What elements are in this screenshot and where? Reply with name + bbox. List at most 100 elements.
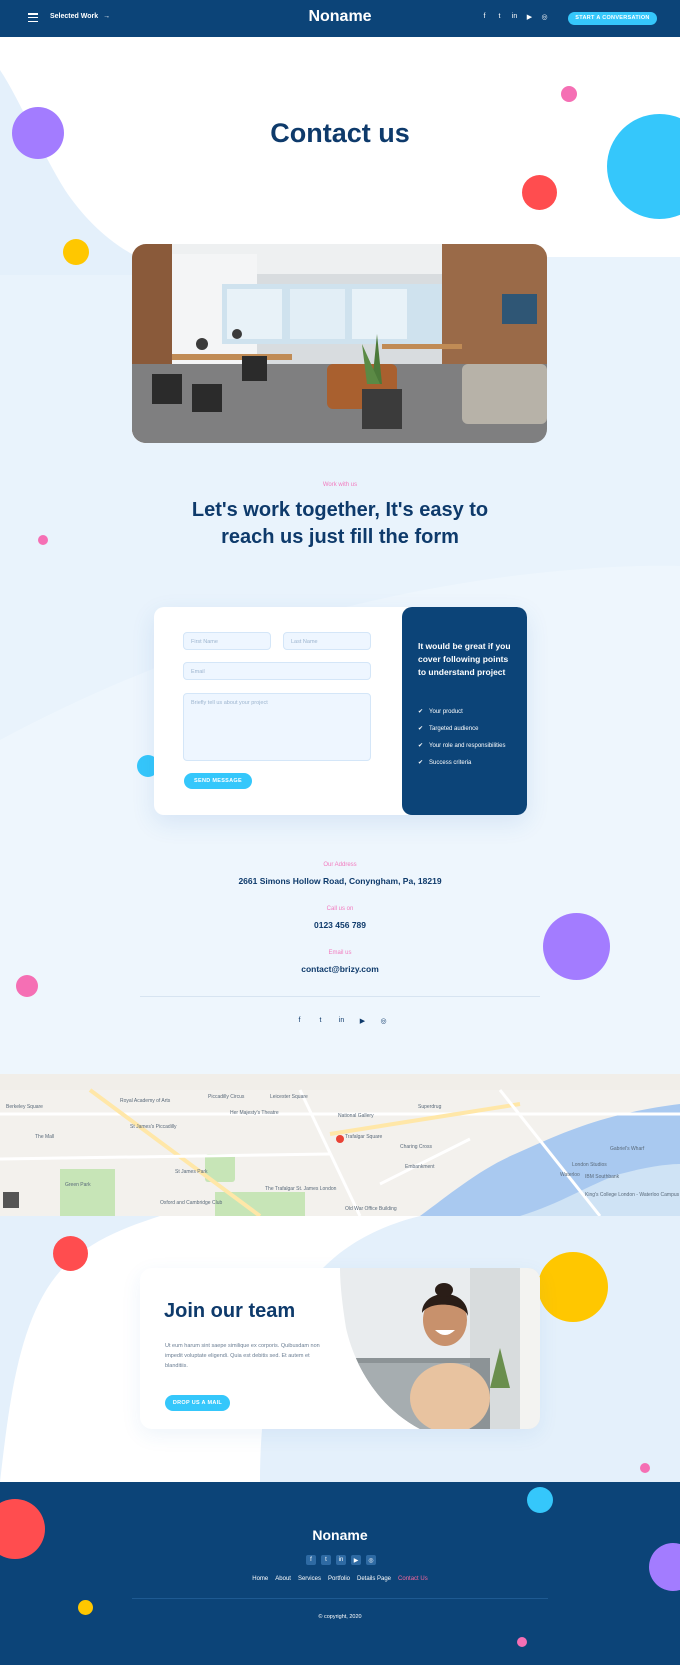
- map-label: National Gallery: [338, 1113, 374, 1119]
- map-label: Trafalgar Square: [345, 1134, 383, 1140]
- side-panel-title: It would be great if you cover following…: [418, 641, 511, 677]
- footer-nav: Home About Services Portfolio Details Pa…: [0, 1576, 680, 1582]
- linkedin-icon[interactable]: in: [510, 12, 519, 21]
- check-icon: ✔: [418, 760, 424, 766]
- map-label: Oxford and Cambridge Club: [160, 1200, 223, 1206]
- decor-circle-red: [522, 175, 557, 210]
- contact-social-links: f t in ▶ ◎: [295, 1016, 388, 1025]
- list-item: ✔ Targeted audience: [418, 725, 506, 733]
- footer-link-services[interactable]: Services: [298, 1576, 321, 1582]
- work-title: Let's work together, It's easy to reach …: [191, 499, 489, 548]
- message-textarea[interactable]: Briefly tell us about your project: [183, 693, 371, 761]
- join-team-card: Join our team Ut eum harum sint saepe si…: [140, 1268, 540, 1429]
- dribbble-icon[interactable]: ◎: [540, 12, 549, 21]
- map-label: Waterloo: [560, 1172, 580, 1178]
- map-label: Charing Cross: [400, 1144, 432, 1150]
- decor-circle-yellow: [63, 239, 89, 265]
- map-label: Superdrug: [418, 1104, 442, 1110]
- decor-circle-pink: [561, 86, 577, 102]
- decor-circle-pink-join: [640, 1463, 650, 1473]
- map-label: King's College London - Waterloo Campus: [585, 1192, 680, 1198]
- map-label: IBM Southbank: [585, 1174, 620, 1180]
- form-side-panel: It would be great if you cover following…: [402, 607, 527, 815]
- footer-link-portfolio[interactable]: Portfolio: [328, 1576, 350, 1582]
- decor-circle-cyan-footer: [527, 1487, 553, 1513]
- map-label: Leicester Square: [270, 1094, 308, 1100]
- map-label: Berkeley Square: [6, 1104, 43, 1110]
- phone-label: Call us on: [326, 906, 354, 912]
- footer-link-contact[interactable]: Contact Us: [398, 1576, 428, 1582]
- facebook-icon[interactable]: f: [306, 1555, 316, 1565]
- join-description: Ut eum harum sint saepe similique ex cor…: [165, 1343, 320, 1369]
- map-label: Her Majesty's Theatre: [230, 1110, 279, 1116]
- facebook-icon[interactable]: f: [480, 12, 489, 21]
- page-title: Contact us: [270, 118, 410, 148]
- point-label: Your product: [429, 708, 463, 715]
- team-member-photo: [340, 1268, 540, 1429]
- first-name-field[interactable]: First Name: [183, 632, 271, 650]
- email-label: Email us: [328, 950, 352, 956]
- footer-brand[interactable]: Noname: [0, 1527, 680, 1543]
- linkedin-icon[interactable]: in: [336, 1555, 346, 1565]
- list-item: ✔ Success criteria: [418, 759, 506, 767]
- work-eyebrow: Work with us: [322, 482, 358, 488]
- list-item: ✔ Your product: [418, 708, 506, 716]
- footer-social-links: f t in ▶ ◎: [306, 1555, 376, 1565]
- copyright-text: © copyright, 2020: [318, 1614, 362, 1620]
- map-label: St James Park: [175, 1169, 208, 1175]
- youtube-icon[interactable]: ▶: [525, 12, 534, 21]
- phone-value[interactable]: 0123 456 789: [0, 920, 680, 930]
- join-title: Join our team: [164, 1300, 296, 1322]
- email-value[interactable]: contact@brizy.com: [0, 964, 680, 974]
- address-value: 2661 Simons Hollow Road, Conyngham, Pa, …: [238, 876, 442, 886]
- linkedin-icon[interactable]: in: [337, 1016, 346, 1025]
- point-label: Success criteria: [429, 759, 472, 766]
- twitter-icon[interactable]: t: [316, 1016, 325, 1025]
- drop-mail-button[interactable]: DROP US A MAIL: [165, 1395, 230, 1411]
- location-map[interactable]: Royal Academy of Arts Berkeley Square Pi…: [0, 1074, 680, 1216]
- last-name-field[interactable]: Last Name: [283, 632, 371, 650]
- decor-circle-yellow-join: [538, 1252, 608, 1322]
- point-label: Targeted audience: [429, 725, 479, 732]
- dribbble-icon[interactable]: ◎: [366, 1555, 376, 1565]
- contact-divider: [140, 996, 540, 997]
- email-field[interactable]: Email: [183, 662, 371, 680]
- check-icon: ✔: [418, 709, 424, 715]
- points-list: ✔ Your product ✔ Targeted audience ✔ Your r…: [418, 708, 506, 776]
- address-label: Our Address: [323, 862, 357, 868]
- contact-form-card: First Name Last Name Email Briefly tell …: [154, 607, 527, 815]
- decor-circle-red-join: [53, 1236, 88, 1271]
- facebook-icon[interactable]: f: [295, 1016, 304, 1025]
- office-photo: [132, 244, 547, 443]
- decor-circle-pink-mid: [16, 975, 38, 997]
- map-label: St James's Piccadilly: [130, 1124, 177, 1130]
- twitter-icon[interactable]: t: [495, 12, 504, 21]
- header-social-links: f t in ▶ ◎: [480, 12, 549, 21]
- start-conversation-button[interactable]: START A CONVERSATION: [568, 12, 657, 25]
- map-label: Piccadilly Circus: [208, 1094, 245, 1100]
- map-label: Green Park: [65, 1182, 91, 1188]
- map-label: The Trafalgar St. James London: [265, 1186, 337, 1192]
- list-item: ✔ Your role and responsibilities: [418, 742, 506, 750]
- send-message-button[interactable]: SEND MESSAGE: [184, 773, 252, 789]
- decor-circle-purple-footer: [649, 1543, 680, 1591]
- footer-link-details[interactable]: Details Page: [357, 1576, 391, 1582]
- footer-divider: [132, 1598, 548, 1599]
- decor-circle-yellow-footer: [78, 1600, 93, 1615]
- footer-link-about[interactable]: About: [275, 1576, 291, 1582]
- youtube-icon[interactable]: ▶: [351, 1555, 361, 1565]
- dribbble-icon[interactable]: ◎: [379, 1016, 388, 1025]
- map-label: Embankment: [405, 1164, 435, 1170]
- top-navbar: Selected Work → Noname f t in ▶ ◎ START …: [0, 0, 680, 37]
- twitter-icon[interactable]: t: [321, 1555, 331, 1565]
- decor-circle-pink-small: [38, 535, 48, 545]
- map-label: London Studios: [572, 1162, 607, 1168]
- footer-link-home[interactable]: Home: [252, 1576, 268, 1582]
- point-label: Your role and responsibilities: [429, 742, 506, 749]
- map-label: Gabriel's Wharf: [610, 1146, 645, 1152]
- youtube-icon[interactable]: ▶: [358, 1016, 367, 1025]
- decor-circle-pink-footer: [517, 1637, 527, 1647]
- site-footer: Noname f t in ▶ ◎ Home About Services Po…: [0, 1482, 680, 1665]
- map-canvas: [0, 1074, 680, 1216]
- check-icon: ✔: [418, 743, 424, 749]
